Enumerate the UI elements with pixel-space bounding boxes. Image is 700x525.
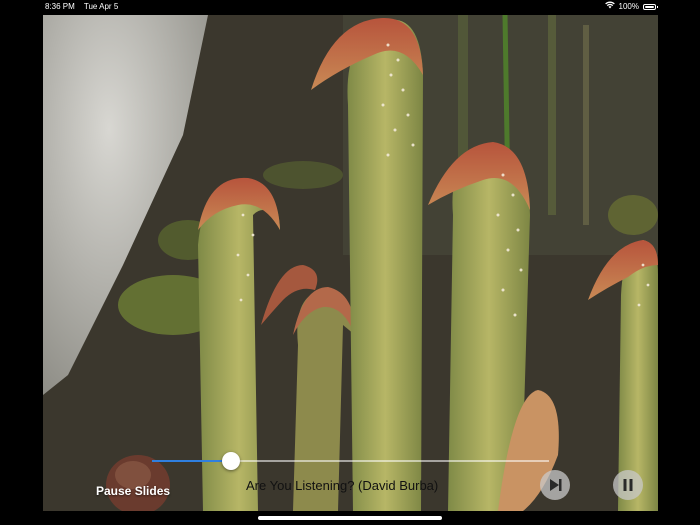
slideshow-screen: 8:36 PM Tue Apr 5 100% Pause Slides Are … <box>0 0 700 525</box>
song-progress-slider[interactable] <box>152 452 549 470</box>
pause-button[interactable] <box>613 470 643 500</box>
song-title: Are You Listening? (David Burba) <box>246 478 439 493</box>
pitcher-plants-image <box>43 15 658 511</box>
status-bar: 8:36 PM Tue Apr 5 100% <box>0 0 700 14</box>
progress-fill <box>152 460 232 462</box>
pause-icon <box>623 479 633 491</box>
wifi-icon <box>604 0 615 14</box>
status-left: 8:36 PM Tue Apr 5 <box>45 0 125 14</box>
status-date: Tue Apr 5 <box>83 2 119 11</box>
slide-photo[interactable] <box>43 15 658 511</box>
battery-icon <box>643 4 658 10</box>
status-time: 8:36 PM <box>45 2 75 11</box>
status-right: 100% <box>604 0 658 14</box>
pause-slides-button[interactable]: Pause Slides <box>96 484 170 498</box>
battery-percentage: 100% <box>618 2 639 11</box>
home-indicator[interactable] <box>258 516 442 520</box>
skip-next-icon <box>550 479 562 491</box>
skip-next-button[interactable] <box>540 470 570 500</box>
